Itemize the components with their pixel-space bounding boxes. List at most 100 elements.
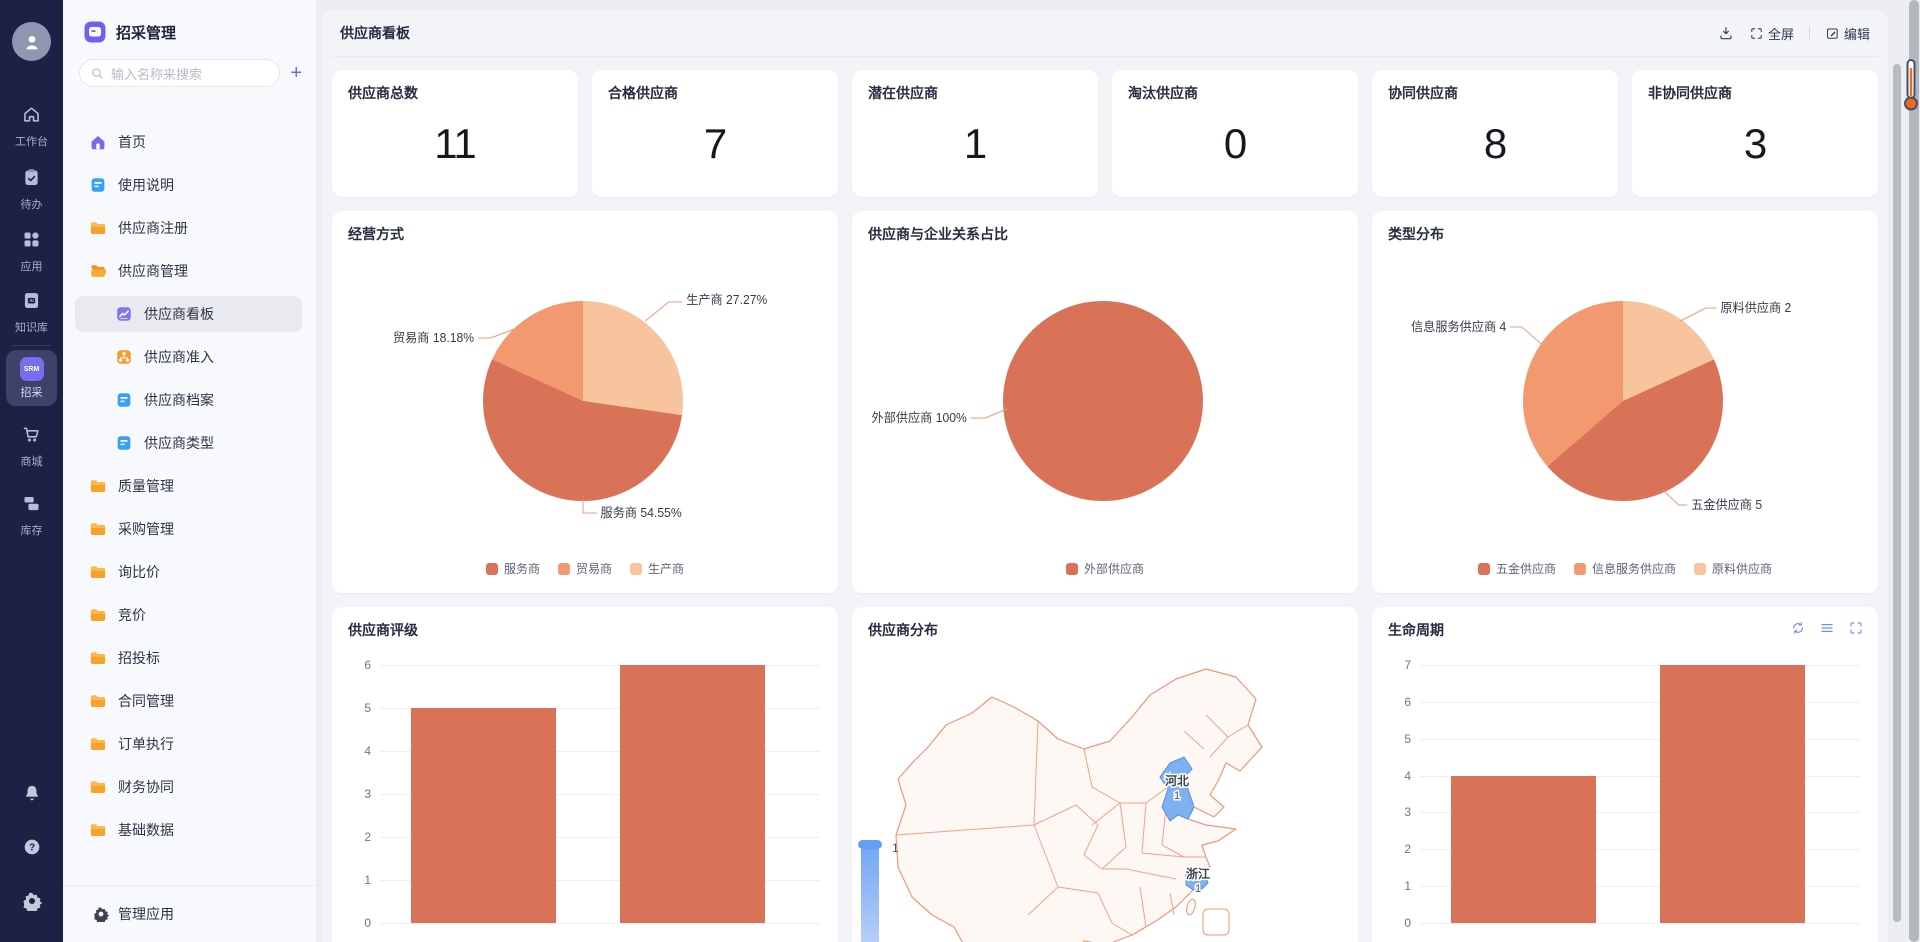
legend-swatch — [1694, 563, 1706, 575]
sidebar-item-3-供应商管理[interactable]: 供应商管理 — [75, 253, 302, 289]
sidebar-item-label: 询比价 — [118, 562, 160, 582]
rail-item-todo[interactable]: 待办 — [0, 167, 63, 212]
sidebar-item-15-财务协同[interactable]: 财务协同 — [75, 769, 302, 805]
chart-card-enterprise-relation[interactable]: 供应商与企业关系占比 外部供应商 100% 外部供应商 — [852, 211, 1358, 593]
doc-icon — [115, 434, 133, 452]
refresh-icon[interactable] — [1790, 620, 1806, 636]
map-label-zhejiang: 浙江 — [1186, 866, 1210, 881]
rail-item-mall[interactable]: 商城 — [0, 424, 63, 469]
gear-icon — [22, 898, 42, 915]
download-icon — [1718, 25, 1734, 41]
sidebar-item-0-首页[interactable]: 首页 — [75, 124, 302, 160]
sidebar-item-8-质量管理[interactable]: 质量管理 — [75, 468, 302, 504]
sidebar-item-manage-app[interactable]: 管理应用 — [63, 904, 174, 924]
sidebar-item-11-竞价[interactable]: 竞价 — [75, 597, 302, 633]
doc-icon — [89, 176, 107, 194]
stat-label: 淘汰供应商 — [1128, 83, 1342, 103]
legend-item-贸易商[interactable]: 贸易商 — [558, 560, 612, 577]
rail-item-srm[interactable]: SRM招采 — [6, 350, 57, 406]
rail-item-knowledge[interactable]: AI知识库 — [0, 290, 63, 335]
rail-item-workbench[interactable]: 工作台 — [0, 104, 63, 149]
sidebar-item-7-供应商类型[interactable]: 供应商类型 — [75, 425, 302, 461]
folder-icon — [89, 477, 107, 495]
legend-label: 贸易商 — [576, 560, 612, 577]
sidebar-item-label: 财务协同 — [118, 777, 174, 797]
y-axis-tick: 3 — [364, 787, 371, 801]
chart-card-type-distribution[interactable]: 类型分布 信息服务供应商 4原料供应商 2五金供应商 5 五金供应商信息服务供应… — [1372, 211, 1878, 593]
bar-value-4[interactable] — [1451, 776, 1596, 923]
sidebar-item-label: 供应商看板 — [144, 304, 214, 324]
download-button[interactable] — [1718, 25, 1734, 41]
sidebar-item-13-合同管理[interactable]: 合同管理 — [75, 683, 302, 719]
stat-cards-row: 供应商总数11 合格供应商7 潜在供应商1 淘汰供应商0 协同供应商8 非协同供… — [332, 70, 1878, 197]
edit-button[interactable]: 编辑 — [1825, 24, 1870, 43]
bar-value-7[interactable] — [1660, 665, 1805, 923]
bell-icon — [22, 790, 42, 807]
map-value-zhejiang: 1 — [1195, 883, 1201, 895]
pie-label: 信息服务供应商 4 — [1411, 319, 1506, 334]
pie-chart[interactable] — [1003, 301, 1203, 501]
chart-card-business-mode[interactable]: 经营方式 生产商 27.27%贸易商 18.18%服务商 54.55% 服务商贸… — [332, 211, 838, 593]
gear-icon — [93, 906, 109, 922]
mall-icon — [0, 424, 63, 450]
visualmap-handle[interactable] — [858, 840, 882, 849]
header-divider — [1809, 26, 1810, 40]
sidebar-item-label: 供应商注册 — [118, 218, 188, 238]
china-map[interactable]: 河北 1 浙江 1 — [888, 655, 1318, 942]
islands-box — [1203, 909, 1229, 935]
bar-value-5[interactable] — [411, 708, 556, 923]
visualmap-bar[interactable] — [861, 849, 879, 942]
legend-item-外部供应商[interactable]: 外部供应商 — [1066, 560, 1144, 577]
rail-bell-button[interactable] — [0, 783, 63, 808]
sidebar-item-2-供应商注册[interactable]: 供应商注册 — [75, 210, 302, 246]
sidebar-item-4-供应商看板[interactable]: 供应商看板 — [75, 296, 302, 332]
stat-value: 1 — [868, 103, 1082, 184]
legend-item-原料供应商[interactable]: 原料供应商 — [1694, 560, 1772, 577]
todo-icon — [0, 167, 63, 193]
y-axis-tick: 5 — [364, 701, 371, 715]
fullscreen-button[interactable]: 全屏 — [1749, 24, 1794, 43]
legend-item-生产商[interactable]: 生产商 — [630, 560, 684, 577]
pie-chart[interactable] — [483, 301, 683, 501]
list-icon[interactable] — [1819, 620, 1835, 636]
y-axis-tick: 2 — [1404, 842, 1411, 856]
sidebar-item-5-供应商准入[interactable]: 供应商准入 — [75, 339, 302, 375]
y-axis-tick: 0 — [1404, 916, 1411, 930]
sidebar-item-16-基础数据[interactable]: 基础数据 — [75, 812, 302, 848]
stat-card-total: 供应商总数11 — [332, 70, 578, 197]
outer-scrollbar[interactable] — [1909, 0, 1919, 942]
sidebar-item-1-使用说明[interactable]: 使用说明 — [75, 167, 302, 203]
pie-label: 五金供应商 5 — [1691, 497, 1762, 512]
manage-app-label: 管理应用 — [118, 904, 174, 924]
bar-value-6[interactable] — [620, 665, 765, 923]
legend-item-信息服务供应商[interactable]: 信息服务供应商 — [1574, 560, 1676, 577]
fullscreen-icon[interactable] — [1848, 620, 1864, 636]
chart-card-lifecycle[interactable]: 生命周期 01234567 — [1372, 607, 1878, 942]
chart-card-supplier-distribution[interactable]: 供应商分布 河北 1 浙江 1 1 — [852, 607, 1358, 942]
rail-gear-button[interactable] — [0, 891, 63, 916]
inner-scrollbar[interactable] — [1893, 64, 1901, 922]
legend-item-五金供应商[interactable]: 五金供应商 — [1478, 560, 1556, 577]
chart-legend: 外部供应商 — [852, 560, 1358, 577]
avatar[interactable] — [12, 22, 51, 61]
sidebar-item-10-询比价[interactable]: 询比价 — [75, 554, 302, 590]
search-input[interactable]: 输入名称来搜索 — [79, 59, 280, 87]
bar-plot[interactable]: 0123456 — [380, 665, 820, 923]
legend-swatch — [1066, 563, 1078, 575]
sidebar-item-9-采购管理[interactable]: 采购管理 — [75, 511, 302, 547]
sidebar-item-6-供应商档案[interactable]: 供应商档案 — [75, 382, 302, 418]
sidebar-item-12-招投标[interactable]: 招投标 — [75, 640, 302, 676]
sidebar-item-14-订单执行[interactable]: 订单执行 — [75, 726, 302, 762]
pie-chart[interactable] — [1523, 301, 1723, 501]
stat-card-qualified: 合格供应商7 — [592, 70, 838, 197]
rail-item-apps[interactable]: 应用 — [0, 229, 63, 274]
bar-plot[interactable]: 01234567 — [1420, 665, 1860, 923]
rail-help-button[interactable]: ? — [0, 837, 63, 862]
apps-icon — [0, 229, 63, 255]
add-button[interactable]: + — [290, 63, 302, 83]
legend-item-服务商[interactable]: 服务商 — [486, 560, 540, 577]
folder-icon — [89, 606, 107, 624]
rail-item-inventory[interactable]: 库存 — [0, 493, 63, 538]
edit-label: 编辑 — [1844, 24, 1870, 43]
chart-card-supplier-rating[interactable]: 供应商评级 0123456 — [332, 607, 838, 942]
